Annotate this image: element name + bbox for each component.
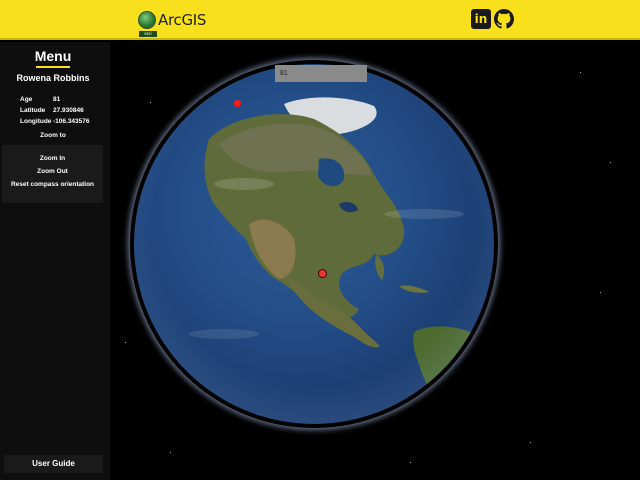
zoom-to-button[interactable]: Zoom to — [0, 132, 106, 139]
globe-limb-shading — [134, 64, 494, 424]
info-longitude-label: Longitude — [20, 118, 52, 125]
star — [580, 72, 581, 73]
globe-logo-icon: esri — [138, 11, 157, 37]
info-latitude-value: 27.930846 — [53, 107, 84, 114]
navigation-panel: Zoom In Zoom Out Reset compass orientati… — [2, 145, 103, 203]
earth-globe[interactable] — [134, 64, 494, 424]
star — [530, 442, 531, 443]
menu-title-underline — [36, 66, 70, 68]
github-icon[interactable] — [494, 9, 514, 29]
zoom-out-button[interactable]: Zoom Out — [2, 168, 103, 175]
esri-badge: esri — [139, 31, 157, 37]
star — [600, 292, 601, 293]
info-longitude-value: -106.343576 — [53, 118, 90, 125]
logo-text: ArcGIS — [158, 11, 207, 29]
info-age: Age 81 — [20, 96, 60, 103]
menu-title: Menu — [34, 48, 72, 64]
location-marker[interactable] — [234, 100, 241, 107]
linkedin-icon[interactable]: in — [471, 9, 491, 29]
top-header: esri ArcGIS in — [0, 0, 640, 40]
info-longitude: Longitude -106.343576 — [20, 118, 90, 125]
arcgis-logo[interactable]: esri ArcGIS — [138, 7, 207, 37]
zoom-in-button[interactable]: Zoom In — [2, 155, 103, 162]
person-name: Rowena Robbins — [16, 73, 90, 83]
star — [125, 342, 126, 343]
info-age-label: Age — [20, 96, 33, 103]
globe-scene[interactable] — [110, 42, 640, 480]
selected-location-marker[interactable] — [318, 269, 327, 278]
info-latitude: Latitude 27.930846 — [20, 107, 84, 114]
search-input[interactable] — [275, 65, 367, 82]
star — [170, 452, 171, 453]
reset-compass-button[interactable]: Reset compass orientation — [2, 181, 103, 188]
star — [410, 462, 411, 463]
user-guide-button[interactable]: User Guide — [4, 455, 103, 473]
star — [610, 162, 611, 163]
info-latitude-label: Latitude — [20, 107, 46, 114]
sidebar-menu: Menu Rowena Robbins Age 81 Latitude 27.930… — [0, 42, 110, 480]
info-age-value: 81 — [53, 96, 61, 103]
